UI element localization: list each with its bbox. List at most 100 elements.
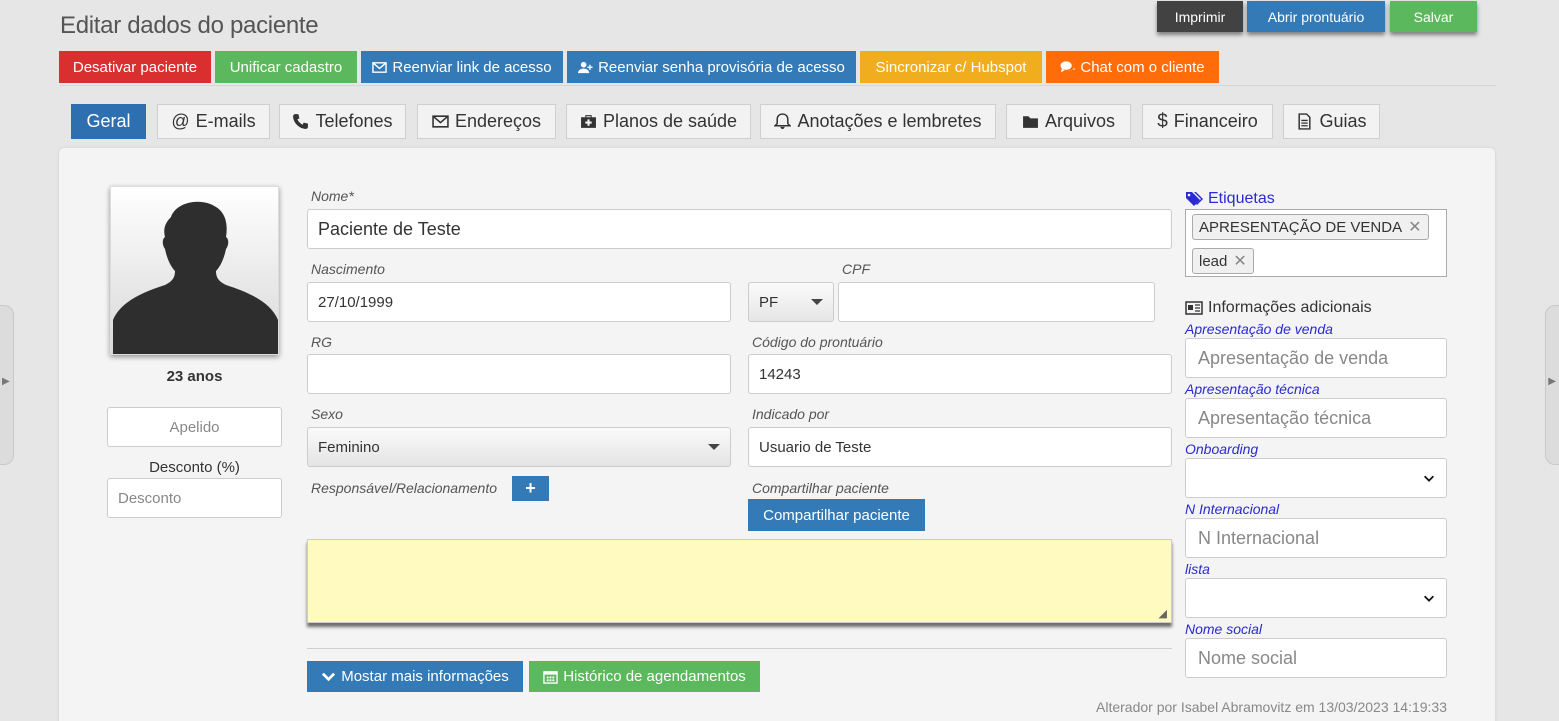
resend-link-button[interactable]: Reenviar link de acesso (361, 51, 563, 83)
technical-presentation-input[interactable]: Apresentação técnica (1185, 398, 1447, 438)
share-patient-button[interactable]: Compartilhar paciente (748, 499, 925, 531)
document-icon (1298, 113, 1312, 130)
caret-right-icon: ▶ (1548, 376, 1556, 387)
tags-title: Etiquetas (1208, 190, 1275, 207)
remove-tag-icon[interactable]: ✕ (1408, 217, 1421, 237)
input-value: Paciente de Teste (318, 218, 461, 239)
tab-label: Guias (1319, 111, 1367, 131)
record-code-input[interactable]: 14243 (748, 354, 1172, 394)
tab-enderecos[interactable]: Endereços (417, 104, 556, 139)
medkit-icon (581, 115, 596, 128)
open-record-button[interactable]: Abrir prontuário (1247, 1, 1385, 32)
save-button[interactable]: Salvar (1390, 1, 1477, 32)
user-plus-icon (578, 61, 593, 73)
resend-password-button[interactable]: Reenviar senha provisória de acesso (567, 51, 856, 83)
chevron-down-icon (1424, 475, 1434, 482)
person-type-select[interactable]: PF (748, 282, 834, 322)
referred-by-label: Indicado por (752, 406, 830, 422)
print-button[interactable]: Imprimir (1157, 1, 1243, 32)
discount-label: Desconto (%) (149, 459, 240, 476)
sync-hubspot-button[interactable]: Sincronizar c/ Hubspot (860, 51, 1042, 83)
notes-textarea[interactable]: ◢ (307, 539, 1172, 623)
tab-telefones[interactable]: Telefones (279, 104, 406, 139)
placeholder-text: Nome social (1198, 647, 1298, 668)
referred-by-input[interactable]: Usuario de Teste (748, 427, 1172, 467)
button-label: Desativar paciente (72, 58, 198, 76)
input-value: 27/10/1999 (318, 293, 394, 311)
deactivate-patient-button[interactable]: Desativar paciente (59, 51, 211, 83)
social-name-input[interactable]: Nome social (1185, 638, 1447, 678)
show-more-info-button[interactable]: Mostar mais informações (307, 661, 523, 692)
caret-down-icon (811, 299, 823, 305)
sex-label: Sexo (311, 406, 343, 422)
page-title: Editar dados do paciente (60, 12, 319, 39)
header-divider (60, 85, 1496, 86)
list-label: lista (1185, 561, 1210, 577)
onboarding-label: Onboarding (1185, 441, 1259, 457)
patient-avatar[interactable] (110, 186, 279, 355)
button-label: Reenviar link de acesso (392, 58, 552, 76)
tab-planos-de-saude[interactable]: Planos de saúde (566, 104, 751, 139)
merge-record-button[interactable]: Unificar cadastro (215, 51, 357, 83)
list-select[interactable] (1185, 578, 1447, 618)
comments-icon (1060, 60, 1076, 72)
envelope-icon (432, 115, 449, 128)
add-responsible-button[interactable]: + (512, 476, 549, 501)
caret-right-icon: ▶ (2, 376, 10, 387)
record-code-label: Código do prontuário (752, 334, 883, 350)
tab-anotacoes-e-lembretes[interactable]: Anotações e lembretes (760, 104, 996, 139)
name-input[interactable]: Paciente de Teste (307, 209, 1172, 249)
appointment-history-button[interactable]: Histórico de agendamentos (529, 661, 760, 692)
remove-tag-icon[interactable]: ✕ (1233, 251, 1246, 271)
plus-icon: + (525, 478, 536, 498)
share-patient-label: Compartilhar paciente (752, 480, 889, 496)
button-label: Sincronizar c/ Hubspot (875, 58, 1027, 76)
rg-label: RG (311, 334, 332, 350)
sex-select[interactable]: Feminino (307, 427, 731, 467)
tab-geral[interactable]: Geral (71, 104, 146, 139)
right-collapse-handle[interactable]: ▶ (1545, 305, 1559, 465)
technical-presentation-label: Apresentação técnica (1185, 381, 1320, 397)
sales-presentation-label: Apresentação de venda (1185, 321, 1333, 337)
tab-emails[interactable]: @ E-mails (157, 104, 270, 139)
cpf-input[interactable] (838, 282, 1155, 322)
birth-label: Nascimento (311, 261, 385, 277)
button-label: Chat com o cliente (1080, 58, 1205, 76)
bell-icon (774, 113, 792, 129)
resize-handle-icon[interactable]: ◢ (1159, 607, 1167, 620)
id-card-icon (1185, 301, 1203, 315)
button-label: Mostar mais informações (341, 668, 509, 685)
tab-arquivos[interactable]: Arquivos (1006, 104, 1131, 139)
placeholder-text: Apresentação técnica (1198, 407, 1372, 428)
envelope-icon (372, 61, 388, 73)
tag-chip: APRESENTAÇÃO DE VENDA ✕ (1192, 214, 1429, 240)
dollar-icon: $ (1157, 110, 1168, 132)
responsible-label: Responsável/Relacionamento (311, 480, 497, 496)
tab-financeiro[interactable]: $ Financeiro (1142, 104, 1273, 139)
nickname-input[interactable]: Apelido (107, 407, 282, 447)
tab-guias[interactable]: Guias (1283, 104, 1380, 139)
tags-input[interactable]: APRESENTAÇÃO DE VENDA ✕ lead ✕ (1185, 209, 1447, 277)
input-value: Usuario de Teste (759, 438, 872, 456)
international-number-input[interactable]: N Internacional (1185, 518, 1447, 558)
chat-client-button[interactable]: Chat com o cliente (1046, 51, 1219, 83)
sales-presentation-input[interactable]: Apresentação de venda (1185, 338, 1447, 378)
placeholder-text: Apresentação de venda (1198, 347, 1389, 368)
rg-input[interactable] (307, 354, 731, 394)
onboarding-select[interactable] (1185, 458, 1447, 498)
social-name-label: Nome social (1185, 621, 1263, 637)
additional-info-title: Informações adicionais (1208, 299, 1372, 316)
button-label: Reenviar senha provisória de acesso (598, 58, 845, 76)
tag-label: APRESENTAÇÃO DE VENDA (1199, 218, 1403, 236)
left-collapse-handle[interactable]: ▶ (0, 305, 14, 465)
tag-label: lead (1199, 252, 1228, 270)
tab-label: Anotações e lembretes (797, 111, 982, 131)
tab-label: Arquivos (1044, 111, 1116, 131)
user-silhouette-icon (113, 201, 278, 354)
name-label: Nome* (311, 188, 354, 204)
tab-label: Telefones (315, 111, 393, 131)
discount-input[interactable]: Desconto (107, 478, 282, 518)
birth-date-input[interactable]: 27/10/1999 (307, 282, 731, 322)
chevron-down-icon (322, 672, 336, 682)
additional-info-header: Informações adicionais (1185, 299, 1372, 317)
